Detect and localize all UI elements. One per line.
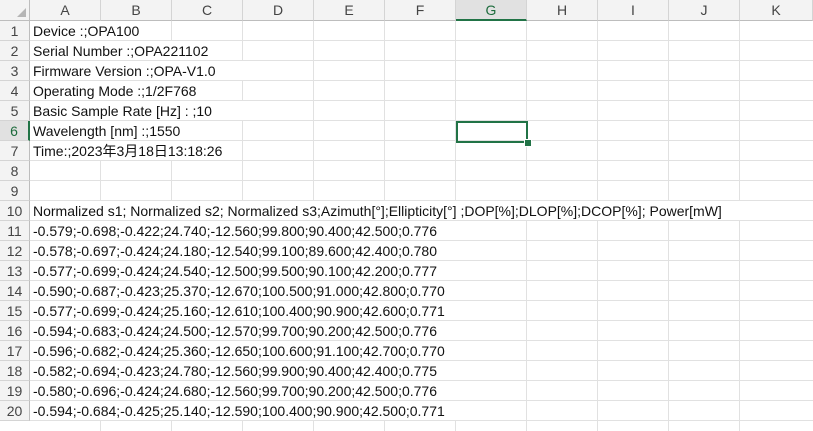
column-header-i[interactable]: I [598,0,669,21]
cell-a15[interactable]: -0.577;-0.699;-0.424;25.160;-12.610;100.… [33,301,445,321]
cell-a2[interactable]: Serial Number :;OPA221102 [33,41,208,61]
cell-a17[interactable]: -0.596;-0.682;-0.424;25.360;-12.650;100.… [33,341,445,361]
selected-cell-g6[interactable] [456,121,528,143]
cell-a7[interactable]: Time:;2023年3月18日13:18:26 [33,141,222,161]
row-header-11[interactable]: 11 [0,221,30,241]
select-all-corner[interactable] [0,0,30,21]
spreadsheet-grid[interactable]: ABCDEFGHIJK 1 2 3 4 5 6 7 8 9 10 11 12 13 14 15 16 17 18 1… [0,0,813,431]
cell-a16[interactable]: -0.594;-0.683;-0.424;24.500;-12.570;99.7… [33,321,437,341]
column-header-f[interactable]: F [385,0,456,21]
cell-a20[interactable]: -0.594;-0.684;-0.425;25.140;-12.590;100.… [33,401,445,421]
column-header-h[interactable]: H [527,0,598,21]
cell-a14[interactable]: -0.590;-0.687;-0.423;25.370;-12.670;100.… [33,281,445,301]
column-gridline [597,21,598,431]
row-header-10[interactable]: 10 [0,201,30,221]
row-header-8[interactable]: 8 [0,161,30,181]
row-header-20[interactable]: 20 [0,401,30,421]
column-header-e[interactable]: E [314,0,385,21]
row-header-18[interactable]: 18 [0,361,30,381]
cell-a3[interactable]: Firmware Version :;OPA-V1.0 [33,61,216,81]
cell-a1[interactable]: Device :;OPA100 [33,21,139,41]
row-header-9[interactable]: 9 [0,181,30,201]
column-header-g[interactable]: G [456,0,527,21]
column-gridline [668,21,669,431]
cell-a10[interactable]: Normalized s1; Normalized s2; Normalized… [33,201,722,221]
cell-a19[interactable]: -0.580;-0.696;-0.424;24.680;-12.560;99.7… [33,381,437,401]
cell-a5[interactable]: Basic Sample Rate [Hz] : ;10 [33,101,212,121]
row-header-15[interactable]: 15 [0,301,30,321]
cell-a18[interactable]: -0.582;-0.694;-0.423;24.780;-12.560;99.9… [33,361,437,381]
row-header-4[interactable]: 4 [0,81,30,101]
row-gridline [30,180,813,181]
cell-a13[interactable]: -0.577;-0.699;-0.424;24.540;-12.500;99.5… [33,261,437,281]
select-all-triangle-icon [17,8,26,17]
row-header-16[interactable]: 16 [0,321,30,341]
row-header-19[interactable]: 19 [0,381,30,401]
column-header-k[interactable]: K [740,0,813,21]
column-gridline [739,21,740,431]
column-header-j[interactable]: J [669,0,740,21]
column-header-b[interactable]: B [101,0,172,21]
column-header-c[interactable]: C [172,0,243,21]
column-gridline [526,21,527,431]
row-header-5[interactable]: 5 [0,101,30,121]
cell-a12[interactable]: -0.578;-0.697;-0.424;24.180;-12.540;99.1… [33,241,437,261]
row-header-14[interactable]: 14 [0,281,30,301]
row-header-13[interactable]: 13 [0,261,30,281]
cell-a6[interactable]: Wavelength [nm] :;1550 [33,121,180,141]
row-header-2[interactable]: 2 [0,41,30,61]
fill-handle[interactable] [524,139,532,147]
row-header-3[interactable]: 3 [0,61,30,81]
cell-a4[interactable]: Operating Mode :;1/2F768 [33,81,196,101]
column-header-d[interactable]: D [243,0,314,21]
row-header-17[interactable]: 17 [0,341,30,361]
cell-a11[interactable]: -0.579;-0.698;-0.422;24.740;-12.560;99.8… [33,221,437,241]
row-header-7[interactable]: 7 [0,141,30,161]
row-header-12[interactable]: 12 [0,241,30,261]
column-header-a[interactable]: A [30,0,101,21]
row-header-6[interactable]: 6 [0,121,30,141]
row-header-1[interactable]: 1 [0,21,30,41]
